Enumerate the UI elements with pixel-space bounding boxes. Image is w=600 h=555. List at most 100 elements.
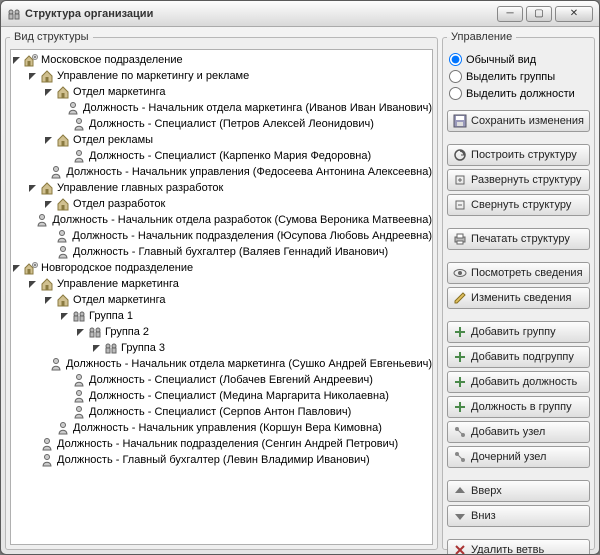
tree-row[interactable]: Отдел разработок	[11, 196, 432, 212]
pos-icon	[49, 165, 63, 179]
radio-groups-input[interactable]	[449, 70, 462, 83]
minimize-button[interactable]: ─	[497, 6, 523, 22]
tree-node: Должность - Специалист (Медина Маргарита…	[11, 388, 432, 404]
tree-node: Должность - Главный бухгалтер (Валяев Ге…	[11, 244, 432, 260]
expand-button-icon	[453, 173, 467, 187]
tree-row[interactable]: Должность - Начальник подразделения (Юсу…	[11, 228, 432, 244]
tree-node: Должность - Специалист (Петров Алексей Л…	[11, 116, 432, 132]
tree-row[interactable]: Должность - Главный бухгалтер (Левин Вла…	[11, 452, 432, 468]
expand-toggle-icon[interactable]	[11, 263, 22, 274]
tree-row[interactable]: Группа 2	[11, 324, 432, 340]
dept-icon	[56, 197, 70, 211]
tree-row[interactable]: Должность - Специалист (Медина Маргарита…	[11, 388, 432, 404]
tree-row[interactable]: Должность - Специалист (Лобачев Евгений …	[11, 372, 432, 388]
position-to-group-button[interactable]: Должность в группу	[447, 396, 590, 418]
build-button[interactable]: Построить структуру	[447, 144, 590, 166]
expand-toggle-icon[interactable]	[43, 87, 54, 98]
tree-row[interactable]: Должность - Начальник подразделения (Сен…	[11, 436, 432, 452]
tree-row[interactable]: Должность - Начальник управления (Коршун…	[11, 420, 432, 436]
radio-groups[interactable]: Выделить группы	[449, 68, 588, 85]
radio-normal-input[interactable]	[449, 53, 462, 66]
grp-icon	[72, 309, 86, 323]
tree-row[interactable]: Должность - Начальник отдела маркетинга …	[11, 100, 432, 116]
up-button[interactable]: Вверх	[447, 480, 590, 502]
save-button[interactable]: Сохранить изменения	[447, 110, 590, 132]
tree-row[interactable]: Должность - Специалист (Карпенко Мария Ф…	[11, 148, 432, 164]
tree-label: Управление маркетинга	[57, 278, 179, 290]
radio-normal[interactable]: Обычный вид	[449, 51, 588, 68]
print-button[interactable]: Печатать структуру	[447, 228, 590, 250]
child-node-button[interactable]: Дочерний узел	[447, 446, 590, 468]
tree-row[interactable]: Управление по маркетингу и рекламе	[11, 68, 432, 84]
expand-toggle-icon[interactable]	[27, 279, 38, 290]
expand-button[interactable]: Развернуть структуру	[447, 169, 590, 191]
tree-view[interactable]: Московское подразделениеУправление по ма…	[10, 49, 433, 545]
dept-icon	[56, 85, 70, 99]
tree-label: Должность - Главный бухгалтер (Левин Вла…	[57, 454, 370, 466]
tree-row[interactable]: Отдел маркетинга	[11, 292, 432, 308]
tree-row[interactable]: Должность - Специалист (Серпов Антон Пав…	[11, 404, 432, 420]
maximize-button[interactable]: ▢	[526, 6, 552, 22]
pos-icon	[72, 405, 86, 419]
close-button[interactable]: ✕	[555, 6, 593, 22]
tree-node: Управление по маркетингу и рекламе Отдел …	[11, 68, 432, 180]
tree-node: Должность - Специалист (Лобачев Евгений …	[11, 372, 432, 388]
collapse-button[interactable]: Свернуть структуру	[447, 194, 590, 216]
radio-positions[interactable]: Выделить должности	[449, 85, 588, 102]
tree-row[interactable]: Управление маркетинга	[11, 276, 432, 292]
tree-label: Должность - Начальник отдела маркетинга …	[66, 358, 432, 370]
expand-toggle-icon[interactable]	[27, 71, 38, 82]
tree-row[interactable]: Отдел маркетинга	[11, 84, 432, 100]
control-panel: Управление Обычный вид Выделить группы В…	[442, 31, 595, 550]
tree-label: Отдел маркетинга	[73, 86, 166, 98]
window: Структура организации ─ ▢ ✕ Вид структур…	[0, 0, 600, 555]
down-button[interactable]: Вниз	[447, 505, 590, 527]
delete-branch-button[interactable]: Удалить ветвь	[447, 539, 590, 554]
edit-details-button[interactable]: Изменить сведения	[447, 287, 590, 309]
tree-row[interactable]: Новгородское подразделение	[11, 260, 432, 276]
expand-toggle-icon[interactable]	[75, 327, 86, 338]
view-mode-radios: Обычный вид Выделить группы Выделить дол…	[447, 47, 590, 110]
save-button-icon	[453, 114, 467, 128]
tree-row[interactable]: Должность - Начальник управления (Федосе…	[11, 164, 432, 180]
pos-icon	[40, 453, 54, 467]
tree-label: Группа 3	[121, 342, 165, 354]
expand-toggle-icon[interactable]	[91, 343, 102, 354]
pos-icon	[40, 437, 54, 451]
add-subgroup-button-icon	[453, 350, 467, 364]
tree-row[interactable]: Отдел рекламы	[11, 132, 432, 148]
tree-node: Должность - Специалист (Серпов Антон Пав…	[11, 404, 432, 420]
tree-row[interactable]: Управление главных разработок	[11, 180, 432, 196]
add-subgroup-button[interactable]: Добавить подгруппу	[447, 346, 590, 368]
expand-toggle-icon[interactable]	[43, 135, 54, 146]
tree-row[interactable]: Должность - Специалист (Петров Алексей Л…	[11, 116, 432, 132]
tree-row[interactable]: Московское подразделение	[11, 52, 432, 68]
tree-node: Управление главных разработокОтдел разра…	[11, 180, 432, 260]
up-button-icon	[453, 484, 467, 498]
pos-icon	[72, 149, 86, 163]
pos-icon	[35, 213, 49, 227]
tree-row[interactable]: Группа 3	[11, 340, 432, 356]
radio-positions-input[interactable]	[449, 87, 462, 100]
expand-toggle-icon[interactable]	[27, 183, 38, 194]
add-node-button[interactable]: Добавить узел	[447, 421, 590, 443]
expand-toggle-icon[interactable]	[59, 311, 70, 322]
add-position-button-icon	[453, 375, 467, 389]
titlebar[interactable]: Структура организации ─ ▢ ✕	[1, 1, 599, 27]
tree-row[interactable]: Должность - Главный бухгалтер (Валяев Ге…	[11, 244, 432, 260]
tree-row[interactable]: Группа 1	[11, 308, 432, 324]
dept-icon	[40, 69, 54, 83]
tree-node: Управление маркетингаОтдел маркетингаГру…	[11, 276, 432, 436]
add-position-button[interactable]: Добавить должность	[447, 371, 590, 393]
tree-label: Управление по маркетингу и рекламе	[57, 70, 249, 82]
tree-row[interactable]: Должность - Начальник отдела маркетинга …	[11, 356, 432, 372]
pos-icon	[72, 389, 86, 403]
add-group-button[interactable]: Добавить группу	[447, 321, 590, 343]
expand-toggle-icon[interactable]	[43, 295, 54, 306]
view-details-button[interactable]: Посмотреть сведения	[447, 262, 590, 284]
expand-toggle-icon[interactable]	[43, 199, 54, 210]
tree-node: Новгородское подразделение Управление мар…	[11, 260, 432, 468]
expand-toggle-icon[interactable]	[11, 55, 22, 66]
tree-node: Отдел разработокДолжность - Начальник от…	[11, 196, 432, 228]
tree-row[interactable]: Должность - Начальник отдела разработок …	[11, 212, 432, 228]
